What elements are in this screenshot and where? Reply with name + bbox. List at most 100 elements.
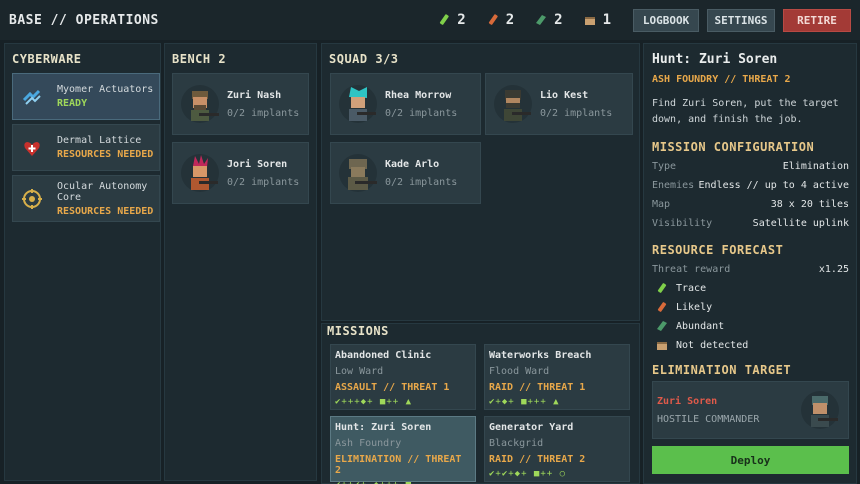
resource-count: 2 — [554, 12, 563, 28]
cyberware-name: Myomer Actuators — [57, 84, 154, 95]
config-key: Enemies — [652, 180, 695, 191]
missions-title: MISSIONS — [327, 324, 389, 338]
cyberware-status: READY — [57, 98, 88, 109]
cyberware-item-ocular-autonomy-core[interactable]: Ocular Autonomy Core RESOURCES NEEDED — [12, 175, 160, 222]
legend-label: Abundant — [676, 320, 725, 332]
trace-vial-icon — [657, 283, 667, 293]
bench-title: BENCH 2 — [172, 52, 227, 66]
resource-count: 2 — [457, 12, 466, 28]
cyberware-title: CYBERWARE — [12, 52, 82, 66]
mission-card-waterworks-breach[interactable]: Waterworks Breach Flood Ward RAID // THR… — [484, 344, 630, 410]
mission-name: Generator Yard — [489, 422, 574, 433]
crew-implants: 0/2 implants — [227, 107, 300, 119]
cyberware-item-myomer-actuators[interactable]: Myomer Actuators READY — [12, 73, 160, 120]
crew-name: Lio Kest — [540, 89, 589, 101]
threat-reward-value: x1.25 — [818, 264, 849, 275]
crew-implants: 0/2 implants — [385, 176, 458, 188]
crew-name: Jori Soren — [227, 158, 288, 170]
mission-configuration-heading: MISSION CONFIGURATION — [652, 140, 815, 154]
crew-card-jori-soren[interactable]: Jori Soren 0/2 implants — [172, 142, 309, 204]
mission-location: Low Ward — [335, 366, 384, 377]
not-detected-crate-icon — [657, 342, 667, 350]
mission-loot-icons: ✔++✔+ ◆+++ ■ — [335, 480, 471, 484]
cyberware-item-dermal-lattice[interactable]: Dermal Lattice RESOURCES NEEDED — [12, 124, 160, 171]
detail-title: Hunt: Zuri Soren — [652, 52, 778, 67]
trace-vial-icon — [440, 14, 449, 25]
mission-type: RAID // THREAT 2 — [489, 454, 586, 465]
crew-implants: 0/2 implants — [385, 107, 458, 119]
resource-not-detected: 1 — [583, 12, 611, 28]
legend-label: Likely — [676, 301, 713, 313]
actuator-icon — [22, 89, 41, 105]
app-title: BASE // OPERATIONS — [9, 12, 159, 28]
resource-count: 2 — [505, 12, 515, 28]
cyberware-status: RESOURCES NEEDED — [57, 205, 154, 217]
legend-trace: Trace — [656, 282, 706, 294]
crew-card-lio-kest[interactable]: Lio Kest 0/2 implants — [485, 73, 633, 135]
soldier-portrait-icon — [181, 154, 219, 192]
squad-panel: SQUAD 3/3 Rhea Morrow 0/2 implants Lio K… — [321, 43, 640, 321]
mission-location: Blackgrid — [489, 438, 544, 449]
abundant-chip-icon — [657, 321, 667, 331]
crew-name: Zuri Nash — [227, 89, 282, 101]
squad-title: SQUAD 3/3 — [329, 52, 399, 66]
crew-name: Kade Arlo — [385, 158, 440, 170]
resource-abundant: 2 — [534, 12, 563, 28]
mission-loot-icons: ✔+++◆+ ■++ ▲ — [335, 397, 413, 407]
likely-vial-icon — [657, 302, 667, 312]
bench-panel: BENCH 2 Zuri Nash 0/2 implants Jori Sore… — [164, 43, 317, 481]
detail-description: Find Zuri Soren, put the target down, an… — [652, 98, 839, 125]
crew-name: Rhea Morrow — [385, 89, 452, 101]
retire-button[interactable]: RETIRE — [783, 8, 851, 32]
legend-label: Not detected — [676, 339, 749, 351]
eye-target-icon — [22, 188, 42, 209]
top-bar: BASE // OPERATIONS 2 2 2 1 LOGBOOK SETTI… — [0, 0, 860, 40]
cyberware-panel: CYBERWARE Myomer Actuators READY Dermal … — [4, 43, 161, 481]
mission-detail-panel: Hunt: Zuri Soren ASH FOUNDRY // THREAT 2… — [643, 43, 857, 484]
target-role: HOSTILE COMMANDER — [657, 414, 760, 425]
heart-plus-icon — [24, 141, 40, 156]
legend-likely: Likely — [656, 301, 712, 313]
target-portrait-icon — [801, 391, 839, 429]
settings-button[interactable]: SETTINGS — [707, 8, 775, 32]
missions-panel: MISSIONS Abandoned Clinic Low Ward ASSAU… — [321, 323, 640, 484]
soldier-portrait-icon — [181, 85, 219, 123]
mission-loot-icons: ✔+◆+ ■+++ ▲ — [489, 397, 560, 407]
config-value: 38 x 20 tiles — [770, 199, 849, 210]
resource-counters: 2 2 2 1 — [437, 12, 611, 28]
mission-card-hunt-zuri-soren[interactable]: Hunt: Zuri Soren Ash Foundry ELIMINATION… — [330, 416, 476, 484]
config-value: Elimination — [782, 161, 849, 172]
mission-loot-icons: ✔+✔+◆+ ■++ ○ — [489, 469, 567, 479]
config-key: Visibility — [652, 218, 713, 229]
mission-type: ASSAULT // THREAT 1 — [335, 382, 450, 393]
config-row-enemies: Enemies Endless // up to 4 active — [652, 180, 849, 191]
config-value: Endless // up to 4 active — [698, 180, 849, 191]
crew-implants: 0/2 implants — [540, 107, 613, 119]
target-card: Zuri Soren HOSTILE COMMANDER — [652, 381, 849, 439]
cyberware-name: Ocular Autonomy Core — [57, 180, 148, 203]
resource-trace: 2 — [437, 12, 466, 28]
mission-name: Hunt: Zuri Soren — [335, 422, 432, 433]
resource-likely: 2 — [486, 12, 514, 28]
mission-name: Abandoned Clinic — [335, 350, 432, 361]
soldier-portrait-icon — [494, 85, 532, 123]
likely-vial-icon — [488, 14, 498, 25]
config-value: Satellite uplink — [752, 218, 849, 229]
config-row-visibility: Visibility Satellite uplink — [652, 218, 849, 229]
soldier-portrait-icon — [339, 154, 377, 192]
deploy-button[interactable]: Deploy — [652, 446, 849, 474]
mission-card-abandoned-clinic[interactable]: Abandoned Clinic Low Ward ASSAULT // THR… — [330, 344, 476, 410]
crew-implants: 0/2 implants — [227, 176, 300, 188]
abundant-chip-icon — [536, 15, 547, 25]
cyberware-status: RESOURCES NEEDED — [57, 149, 154, 160]
mission-card-generator-yard[interactable]: Generator Yard Blackgrid RAID // THREAT … — [484, 416, 630, 482]
legend-not-detected: Not detected — [656, 339, 748, 351]
crew-card-rhea-morrow[interactable]: Rhea Morrow 0/2 implants — [330, 73, 481, 135]
threat-reward-row: Threat reward x1.25 — [652, 264, 849, 275]
logbook-button[interactable]: LOGBOOK — [633, 8, 699, 32]
soldier-portrait-icon — [339, 85, 377, 123]
elimination-target-heading: ELIMINATION TARGET — [652, 363, 792, 377]
crew-card-kade-arlo[interactable]: Kade Arlo 0/2 implants — [330, 142, 481, 204]
config-key: Type — [652, 161, 677, 172]
crew-card-zuri-nash[interactable]: Zuri Nash 0/2 implants — [172, 73, 309, 135]
